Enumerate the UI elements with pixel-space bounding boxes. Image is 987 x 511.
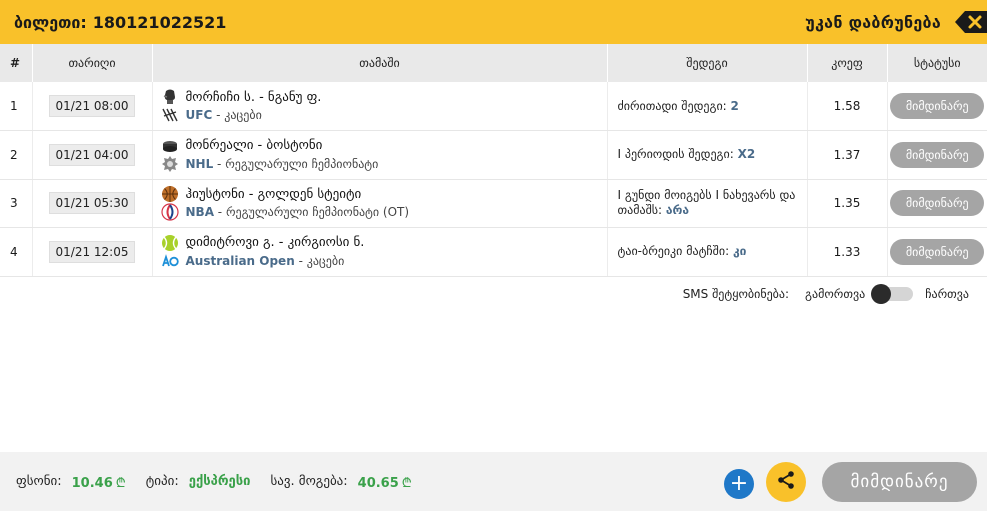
- row-date: 01/21 08:00: [48, 95, 136, 117]
- row-status-button[interactable]: მიმდინარე: [890, 190, 985, 217]
- row-date: 01/21 04:00: [48, 143, 136, 166]
- row-coef: 1.37: [807, 130, 888, 180]
- row-league-name: NHL: [185, 156, 214, 171]
- row-league-detail: - რეგულარული ჩემპიონატი (OT): [213, 205, 410, 220]
- row-league-detail: - რეგულარული ჩემპიონატი: [213, 156, 379, 171]
- back-label: უკან დაბრუნება: [805, 12, 941, 32]
- win-summary: სავ. მოგება: 40.65 ₾: [270, 473, 411, 491]
- stake-value: 10.46: [71, 475, 113, 491]
- row-status-button[interactable]: მიმდინარე: [890, 238, 985, 265]
- backspace-icon: [955, 9, 987, 35]
- table-row: 4 01/21 12:05 დიმიტროვი გ. - კირგიოსი ნ.…: [0, 227, 987, 277]
- ticket-header: ბილეთი: 180121022521 უკან დაბრუნება: [0, 0, 987, 44]
- col-header-game: თამაში: [152, 44, 608, 82]
- row-number: 2: [0, 130, 33, 180]
- row-result-value: X2: [737, 147, 756, 162]
- row-result-text: ძირითადი შედეგი:: [617, 98, 731, 113]
- nhl-logo-icon: [161, 155, 179, 173]
- tennis-ball-icon: [161, 234, 179, 252]
- hockey-puck-icon: [161, 137, 179, 155]
- ticket-footer: ფსონი: 10.46 ₾ ტიპი: ექსპრესი სავ. მოგება…: [0, 452, 987, 511]
- currency-lari-icon: ₾: [115, 475, 126, 491]
- ao-logo-icon: [161, 252, 179, 270]
- row-date: 01/21 05:30: [48, 192, 136, 215]
- row-league-detail: - კაცები: [212, 108, 262, 122]
- table-row: 3 01/21 05:30 ჰიუსტონი - გოლდენ სტეიტი N…: [0, 179, 987, 228]
- ticket-id: ბილეთი: 180121022521: [14, 13, 226, 32]
- row-status-button[interactable]: მიმდინარე: [890, 93, 985, 119]
- sms-toggle[interactable]: [871, 284, 914, 304]
- plus-icon: +: [729, 471, 749, 496]
- nba-logo-icon: [160, 203, 179, 221]
- win-value: 40.65: [357, 475, 399, 491]
- ticket-number: 180121022521: [92, 12, 227, 32]
- share-icon: [776, 470, 796, 494]
- row-game-title: მორჩიჩი ს. - ნგანუ ფ.: [185, 89, 322, 105]
- row-date: 01/21 12:05: [48, 240, 136, 263]
- row-game-title: დიმიტროვი გ. - კირგიოსი ნ.: [185, 235, 365, 251]
- add-button[interactable]: +: [724, 469, 754, 499]
- table-header-row: # თარიღი თამაში შედეგი კოეფ სტატუსი: [0, 44, 987, 82]
- row-result-text: ტაი-ბრეიკი მატჩში:: [617, 244, 733, 259]
- toggle-knob: [871, 284, 892, 304]
- col-header-date: თარიღი: [32, 44, 153, 82]
- col-header-number: #: [0, 44, 33, 82]
- table-row: 2 01/21 04:00 მონრეალი - ბოსტონი NHL - რ…: [0, 130, 987, 180]
- basketball-icon: [161, 185, 179, 203]
- ticket-status-button[interactable]: მიმდინარე: [822, 462, 977, 502]
- row-result-text: I გუნდი მოიგებს I ნახევარს და თამაშს:: [617, 188, 796, 218]
- row-league-name: Australian Open: [185, 253, 295, 268]
- row-number: 4: [0, 227, 33, 277]
- col-header-coef: კოეფ: [807, 44, 888, 82]
- row-status-button[interactable]: მიმდინარე: [890, 141, 985, 168]
- mma-glove-icon: [161, 88, 179, 106]
- back-button[interactable]: უკან დაბრუნება: [805, 0, 987, 44]
- sms-off-label[interactable]: გამორთვა: [805, 287, 865, 301]
- col-header-result: შედეგი: [607, 44, 808, 82]
- sms-label: SMS შეტყობინება:: [682, 287, 790, 301]
- sms-on-label[interactable]: ჩართვა: [925, 287, 969, 301]
- row-number: 1: [0, 82, 33, 131]
- row-result-value: 2: [730, 98, 739, 113]
- row-coef: 1.58: [807, 82, 888, 131]
- stake-summary: ფსონი: 10.46 ₾: [16, 473, 126, 491]
- row-league-name: NBA: [185, 205, 214, 220]
- type-summary: ტიპი: ექსპრესი: [146, 474, 251, 489]
- share-button[interactable]: [766, 462, 806, 502]
- row-coef: 1.35: [807, 179, 888, 228]
- col-header-status: სტატუსი: [887, 44, 987, 82]
- win-label: სავ. მოგება:: [270, 474, 348, 489]
- row-game-title: მონრეალი - ბოსტონი: [185, 138, 323, 154]
- row-league-name: UFC: [185, 108, 213, 122]
- row-result-value: არა: [665, 203, 690, 218]
- type-value: ექსპრესი: [188, 474, 251, 489]
- row-result-value: კი: [732, 244, 747, 259]
- row-number: 3: [0, 179, 33, 228]
- bets-table: # თარიღი თამაში შედეგი კოეფ სტატუსი 1 01…: [0, 44, 987, 277]
- type-label: ტიპი:: [145, 474, 179, 489]
- ticket-label: ბილეთი:: [14, 12, 87, 32]
- row-league-detail: - კაცები: [294, 253, 345, 268]
- table-row: 1 01/21 08:00 მორჩიჩი ს. - ნგანუ ფ. UFC …: [0, 82, 987, 131]
- row-game-title: ჰიუსტონი - გოლდენ სტეიტი: [185, 186, 362, 202]
- currency-lari-icon: ₾: [401, 475, 412, 491]
- row-result-text: I პერიოდის შედეგი:: [617, 147, 738, 162]
- ufc-logo-icon: [161, 106, 179, 124]
- stake-label: ფსონი:: [16, 474, 62, 489]
- sms-notification-setting: SMS შეტყობინება: გამორთვა ჩართვა: [682, 284, 969, 304]
- row-coef: 1.33: [807, 227, 888, 277]
